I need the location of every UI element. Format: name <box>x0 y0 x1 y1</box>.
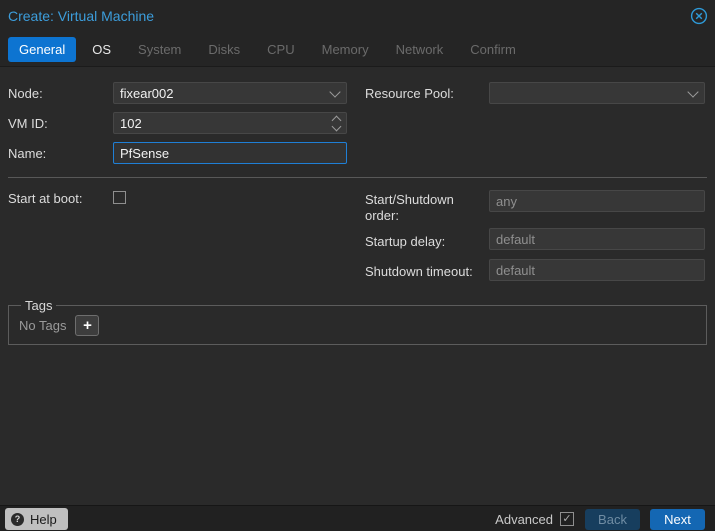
startup-delay-input[interactable] <box>489 228 705 250</box>
spin-down-button[interactable] <box>331 121 341 131</box>
tab-bar: General OS System Disks CPU Memory Network Conf… <box>8 37 527 62</box>
start-at-boot-label: Start at boot: <box>8 191 83 206</box>
tab-network: Network <box>395 42 444 57</box>
tab-confirm: Confirm <box>470 42 516 57</box>
advanced-toggle: Advanced ✓ <box>495 506 574 531</box>
chevron-down-icon <box>687 85 699 98</box>
vm-id-label: VM ID: <box>8 116 48 131</box>
resource-pool-label: Resource Pool: <box>365 86 454 101</box>
tab-disks: Disks <box>208 42 241 57</box>
dialog-header: Create: Virtual Machine General OS System D… <box>0 0 715 67</box>
section-divider <box>8 177 707 178</box>
dialog-footer: ? Help Advanced ✓ Back Next <box>0 505 715 531</box>
close-button[interactable] <box>690 7 708 25</box>
tags-legend: Tags <box>25 298 53 313</box>
tags-row: No Tags + <box>19 315 696 336</box>
tab-system: System <box>138 42 182 57</box>
vm-id-spinner <box>113 112 347 134</box>
chevron-down-icon <box>329 85 341 98</box>
tab-general[interactable]: General <box>8 37 77 62</box>
startup-order-input[interactable] <box>489 190 705 212</box>
startup-delay-label: Startup delay: <box>365 234 446 249</box>
tab-memory: Memory <box>321 42 369 57</box>
help-button[interactable]: ? Help <box>5 508 68 530</box>
vm-id-spin-buttons <box>331 112 341 134</box>
tab-os[interactable]: OS <box>81 37 122 62</box>
name-input[interactable] <box>113 142 347 164</box>
no-tags-text: No Tags <box>19 318 67 333</box>
startup-delay-field-wrap <box>489 228 705 250</box>
resource-pool-dropdown-trigger[interactable] <box>683 82 703 104</box>
help-icon: ? <box>11 512 24 526</box>
startup-order-label: Start/Shutdown order: <box>365 192 454 224</box>
node-dropdown-trigger[interactable] <box>325 82 345 104</box>
resource-pool-input[interactable] <box>489 82 705 104</box>
resource-pool-combobox <box>489 82 705 104</box>
dialog-title: Create: Virtual Machine <box>8 8 155 24</box>
back-button[interactable]: Back <box>585 509 640 530</box>
shutdown-timeout-field-wrap <box>489 259 705 281</box>
add-tag-button[interactable]: + <box>75 315 100 336</box>
next-button[interactable]: Next <box>650 509 705 530</box>
node-combobox <box>113 82 347 104</box>
chevron-down-icon <box>331 121 341 131</box>
help-button-label: Help <box>30 511 57 527</box>
tags-fieldset: Tags No Tags + <box>8 298 707 345</box>
node-label: Node: <box>8 86 43 101</box>
name-field-wrap <box>113 142 347 164</box>
node-input[interactable] <box>113 82 347 104</box>
shutdown-timeout-label: Shutdown timeout: <box>365 264 473 279</box>
plus-icon: + <box>83 316 92 334</box>
create-vm-dialog: Create: Virtual Machine General OS System D… <box>0 0 715 531</box>
shutdown-timeout-input[interactable] <box>489 259 705 281</box>
advanced-checkbox[interactable]: ✓ <box>560 512 574 526</box>
startup-order-field-wrap <box>489 190 705 212</box>
start-at-boot-checkbox[interactable] <box>113 191 126 204</box>
name-label: Name: <box>8 146 47 161</box>
vm-id-input[interactable] <box>113 112 347 134</box>
advanced-label: Advanced <box>495 511 553 527</box>
tab-cpu: CPU <box>267 42 295 57</box>
close-icon <box>690 7 708 28</box>
